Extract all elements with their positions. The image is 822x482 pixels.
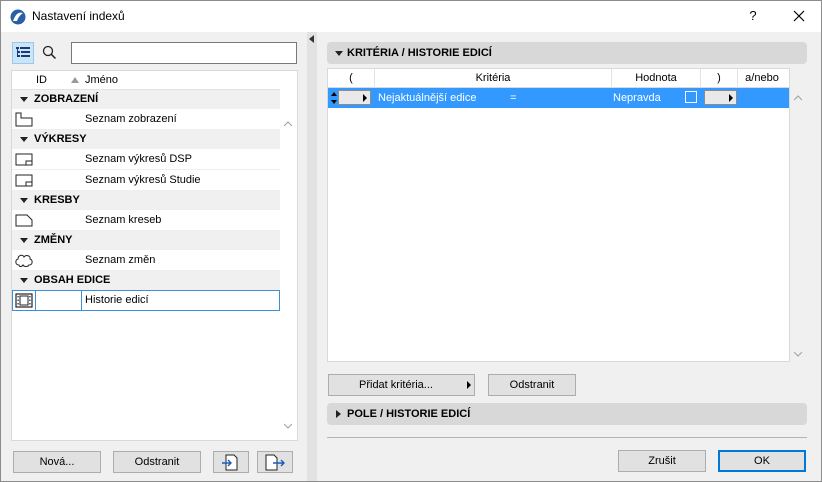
section-title: KRITÉRIA / HISTORIE EDICÍ: [347, 47, 492, 59]
criterion-operator[interactable]: =: [510, 88, 516, 108]
group-views[interactable]: ZOBRAZENÍ: [12, 90, 280, 109]
list-item[interactable]: Seznam výkresů Studie: [12, 170, 280, 191]
item-name: Seznam výkresů DSP: [85, 153, 192, 165]
group-label: OBSAH EDICE: [34, 274, 111, 286]
group-changes[interactable]: ZMĚNY: [12, 231, 280, 250]
close-icon[interactable]: [787, 6, 811, 26]
layout-icon: [15, 174, 33, 187]
column-header-open-paren[interactable]: (: [328, 69, 375, 88]
column-header-close-paren[interactable]: ): [701, 69, 738, 88]
stepper-arrow-icon[interactable]: [729, 94, 733, 102]
id-cell[interactable]: [35, 290, 82, 311]
import-button[interactable]: [213, 451, 249, 473]
group-layouts[interactable]: VÝKRESY: [12, 130, 280, 149]
row-reorder-icon[interactable]: [330, 91, 338, 105]
group-issue-contents[interactable]: OBSAH EDICE: [12, 271, 280, 290]
scroll-up-icon[interactable]: [284, 121, 292, 127]
drawing-icon: [15, 214, 33, 227]
group-label: ZMĚNY: [34, 234, 73, 246]
list-item[interactable]: Seznam změn: [12, 250, 280, 271]
column-header-and-or[interactable]: a/nebo: [738, 69, 786, 88]
criteria-section-header[interactable]: KRITÉRIA / HISTORIE EDICÍ: [327, 42, 807, 64]
new-button[interactable]: Nová...: [13, 451, 101, 473]
list-view-toggle[interactable]: [12, 42, 34, 64]
column-header-criteria[interactable]: Kritéria: [375, 69, 612, 88]
group-label: ZOBRAZENÍ: [34, 93, 99, 105]
collapse-triangle-icon[interactable]: [20, 238, 28, 243]
open-paren-stepper[interactable]: [338, 90, 371, 105]
fields-section-header[interactable]: POLE / HISTORIE EDICÍ: [327, 403, 807, 425]
add-criteria-label: Přidat kritéria...: [359, 379, 433, 391]
stepper-arrow-icon[interactable]: [363, 94, 367, 102]
search-input[interactable]: [71, 42, 297, 64]
criteria-table: ( Kritéria Hodnota ) a/nebo Nejaktuálněj…: [327, 68, 790, 362]
collapse-triangle-icon[interactable]: [20, 137, 28, 142]
criterion-name[interactable]: Nejaktuálnější edice: [378, 88, 476, 108]
delete-criteria-button[interactable]: Odstranit: [488, 374, 576, 396]
collapse-triangle-icon[interactable]: [20, 278, 28, 283]
item-name: Seznam změn: [85, 254, 156, 266]
index-list-pane: ID Jméno ZOBRAZENÍ Seznam zobrazení VÝKR…: [1, 32, 307, 481]
export-button[interactable]: [257, 451, 293, 473]
window-title: Nastavení indexů: [32, 9, 125, 23]
search-icon: [42, 45, 57, 60]
ok-button[interactable]: OK: [718, 450, 806, 472]
help-button[interactable]: ?: [743, 6, 763, 26]
column-header-name[interactable]: Jméno: [85, 74, 118, 86]
group-label: KRESBY: [34, 194, 80, 206]
collapse-triangle-icon[interactable]: [20, 198, 28, 203]
expand-triangle-icon[interactable]: [335, 51, 343, 56]
item-name: Historie edicí: [85, 294, 149, 306]
item-name: Seznam výkresů Studie: [85, 174, 201, 186]
collapse-left-icon[interactable]: [309, 35, 314, 43]
sort-ascending-icon: [71, 77, 79, 83]
export-icon: [265, 454, 285, 471]
list-item[interactable]: Seznam zobrazení: [12, 109, 280, 130]
scroll-down-icon[interactable]: [794, 351, 802, 357]
index-tree: ID Jméno ZOBRAZENÍ Seznam zobrazení VÝKR…: [11, 70, 298, 441]
value-checkbox[interactable]: [685, 91, 697, 103]
import-icon: [222, 454, 238, 471]
expand-triangle-icon[interactable]: [336, 410, 341, 418]
pane-splitter[interactable]: [307, 32, 317, 481]
divider: [327, 437, 807, 438]
list-item-selected[interactable]: Historie edicí: [12, 290, 280, 311]
search-button[interactable]: [39, 42, 61, 64]
tree-header: ID Jméno: [12, 71, 280, 90]
group-drawings[interactable]: KRESBY: [12, 191, 280, 210]
item-name: Seznam zobrazení: [85, 113, 177, 125]
criteria-row[interactable]: Nejaktuálnější edice = Nepravda: [328, 88, 789, 108]
item-name: Seznam kreseb: [85, 214, 162, 226]
section-title: POLE / HISTORIE EDICÍ: [347, 408, 471, 420]
column-header-id[interactable]: ID: [36, 74, 47, 86]
submenu-arrow-icon: [467, 381, 471, 389]
view-map-icon: [15, 112, 33, 127]
list-item[interactable]: Seznam výkresů DSP: [12, 149, 280, 170]
title-bar: Nastavení indexů ?: [1, 1, 821, 32]
scroll-up-icon[interactable]: [794, 95, 802, 101]
list-item[interactable]: Seznam kreseb: [12, 210, 280, 231]
tree-list-icon: [16, 47, 30, 57]
layout-icon: [15, 153, 33, 166]
add-criteria-button[interactable]: Přidat kritéria...: [328, 374, 475, 396]
criterion-value[interactable]: Nepravda: [613, 88, 661, 108]
cloud-icon: [15, 254, 33, 267]
collapse-triangle-icon[interactable]: [20, 97, 28, 102]
criteria-table-header: ( Kritéria Hodnota ) a/nebo: [328, 69, 789, 88]
group-label: VÝKRESY: [34, 133, 87, 145]
index-settings-dialog: Nastavení indexů ? ID Jméno ZOBRAZENÍ Se…: [0, 0, 822, 482]
close-paren-stepper[interactable]: [704, 90, 737, 105]
film-icon: [15, 293, 33, 308]
tree-scrollbar[interactable]: [280, 71, 297, 440]
delete-index-button[interactable]: Odstranit: [113, 451, 201, 473]
scroll-down-icon[interactable]: [284, 423, 292, 429]
column-header-value[interactable]: Hodnota: [612, 69, 701, 88]
cancel-button[interactable]: Zrušit: [618, 450, 706, 472]
app-logo-icon: [10, 9, 26, 25]
